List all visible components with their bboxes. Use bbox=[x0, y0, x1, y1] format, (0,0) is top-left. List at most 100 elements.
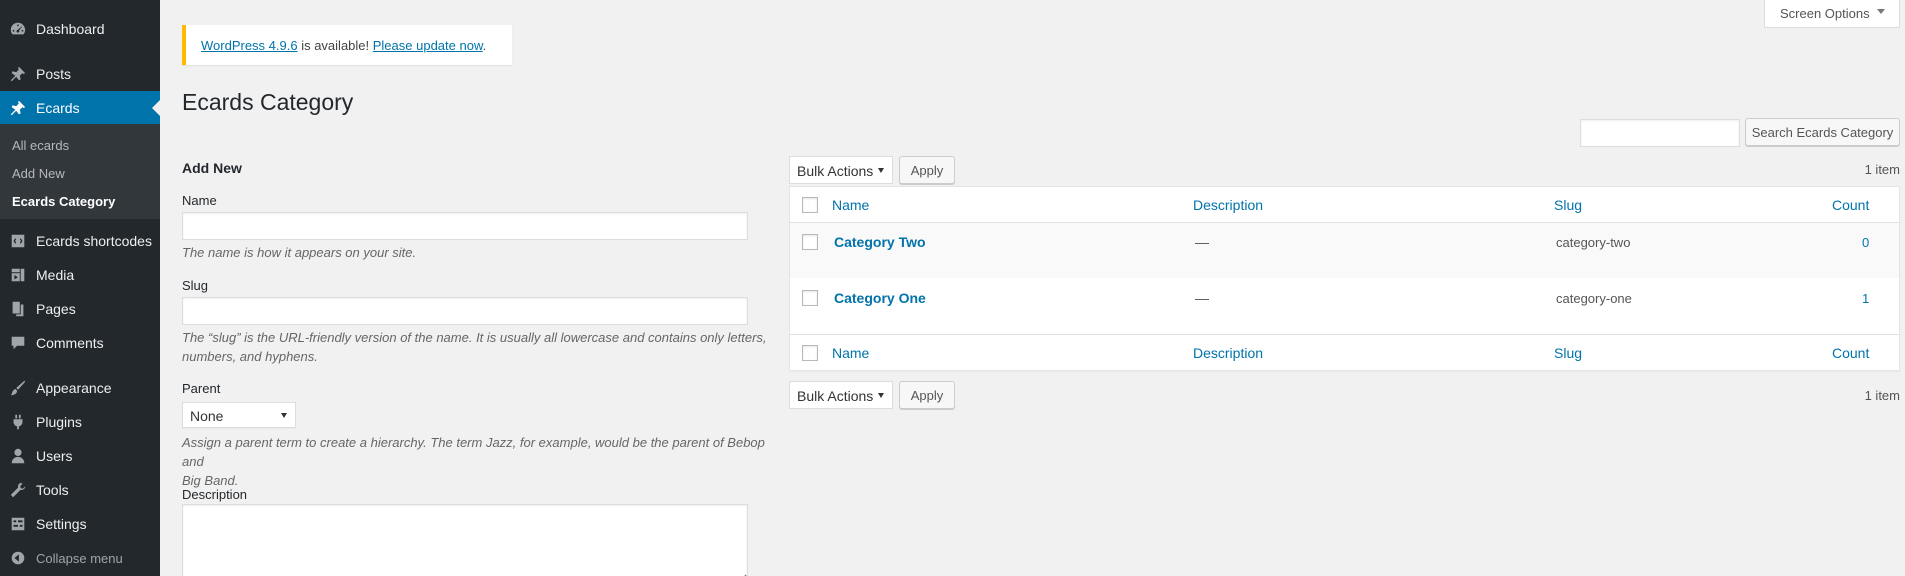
menu-comments[interactable]: Comments bbox=[0, 326, 160, 360]
update-now-link[interactable]: Please update now bbox=[373, 38, 483, 53]
table-row: Category One — category-one 1 bbox=[790, 278, 1899, 333]
update-notice: WordPress 4.9.6 is available! Please upd… bbox=[182, 25, 512, 65]
column-footer-count[interactable]: Count bbox=[1832, 345, 1869, 361]
dashboard-icon bbox=[0, 20, 36, 38]
chevron-down-icon bbox=[878, 393, 884, 398]
column-header-description[interactable]: Description bbox=[1193, 197, 1263, 213]
menu-ecards[interactable]: Ecards bbox=[0, 91, 160, 125]
add-new-heading: Add New bbox=[182, 160, 242, 176]
select-all-checkbox[interactable] bbox=[802, 345, 818, 361]
description-textarea[interactable] bbox=[182, 504, 748, 576]
shortcode-icon bbox=[0, 232, 36, 250]
name-field[interactable] bbox=[182, 212, 748, 240]
user-icon bbox=[0, 447, 36, 465]
row-checkbox[interactable] bbox=[802, 290, 818, 306]
menu-pages[interactable]: Pages bbox=[0, 292, 160, 326]
category-slug: category-two bbox=[1556, 235, 1631, 250]
collapse-icon bbox=[0, 549, 36, 567]
ecards-submenu: All ecards Add New Ecards Category bbox=[0, 124, 160, 219]
items-count-bottom: 1 item bbox=[1864, 388, 1900, 403]
categories-table: Name Description Slug Count Category Two… bbox=[789, 186, 1900, 371]
category-count-link[interactable]: 1 bbox=[1862, 291, 1869, 306]
menu-posts[interactable]: Posts bbox=[0, 57, 160, 91]
bulk-actions-select-bottom[interactable]: Bulk Actions bbox=[789, 381, 893, 409]
menu-users-label: Users bbox=[36, 448, 73, 464]
brush-icon bbox=[0, 379, 36, 397]
menu-comments-label: Comments bbox=[36, 335, 104, 351]
plugin-icon bbox=[0, 413, 36, 431]
slug-field[interactable] bbox=[182, 297, 748, 325]
column-header-name[interactable]: Name bbox=[832, 197, 869, 213]
column-header-slug[interactable]: Slug bbox=[1554, 197, 1582, 213]
category-description: — bbox=[1195, 290, 1209, 306]
admin-sidebar: Dashboard Posts Ecards All ecards Add Ne… bbox=[0, 0, 160, 576]
chevron-down-icon bbox=[281, 413, 287, 418]
chevron-down-icon bbox=[878, 168, 884, 173]
menu-settings[interactable]: Settings bbox=[0, 507, 160, 541]
menu-appearance[interactable]: Appearance bbox=[0, 371, 160, 405]
category-count-link[interactable]: 0 bbox=[1862, 235, 1869, 250]
menu-settings-label: Settings bbox=[36, 516, 87, 532]
apply-button-top[interactable]: Apply bbox=[899, 156, 955, 184]
search-button[interactable]: Search Ecards Category bbox=[1745, 118, 1900, 146]
notice-end: . bbox=[482, 38, 487, 53]
collapse-menu-label: Collapse menu bbox=[36, 550, 123, 566]
menu-dashboard-label: Dashboard bbox=[36, 21, 105, 37]
description-label: Description bbox=[182, 487, 248, 502]
parent-label: Parent bbox=[182, 381, 221, 396]
menu-media[interactable]: Media bbox=[0, 258, 160, 292]
menu-tools-label: Tools bbox=[36, 482, 69, 498]
pin-icon bbox=[0, 65, 36, 83]
screen-options-label: Screen Options bbox=[1780, 6, 1870, 21]
apply-button-bottom[interactable]: Apply bbox=[899, 381, 955, 409]
parent-select-value: None bbox=[190, 408, 224, 424]
pin-icon bbox=[0, 99, 36, 117]
bulk-actions-label: Bulk Actions bbox=[797, 163, 874, 179]
comment-icon bbox=[0, 334, 36, 352]
bulk-actions-label: Bulk Actions bbox=[797, 388, 874, 404]
menu-ecards-shortcodes[interactable]: Ecards shortcodes bbox=[0, 224, 160, 258]
wrench-icon bbox=[0, 481, 36, 499]
screen-options-button[interactable]: Screen Options bbox=[1764, 0, 1900, 28]
slug-help-line-1: The “slug” is the URL-friendly version o… bbox=[182, 330, 767, 345]
search-input[interactable] bbox=[1580, 119, 1740, 147]
media-icon bbox=[0, 266, 36, 284]
notice-text: is available! bbox=[297, 38, 373, 53]
slug-help-line-2: numbers, and hyphens. bbox=[182, 349, 318, 364]
menu-plugins-label: Plugins bbox=[36, 414, 82, 430]
column-footer-name[interactable]: Name bbox=[832, 345, 869, 361]
parent-select[interactable]: None bbox=[182, 402, 296, 428]
settings-icon bbox=[0, 515, 36, 533]
column-footer-description[interactable]: Description bbox=[1193, 345, 1263, 361]
slug-label: Slug bbox=[182, 278, 209, 293]
bulk-actions-select-top[interactable]: Bulk Actions bbox=[789, 156, 893, 184]
menu-posts-label: Posts bbox=[36, 66, 72, 82]
page-title: Ecards Category bbox=[182, 89, 354, 115]
menu-users[interactable]: Users bbox=[0, 439, 160, 473]
parent-help-line-2: Big Band. bbox=[182, 473, 239, 488]
name-label: Name bbox=[182, 193, 217, 208]
menu-tools[interactable]: Tools bbox=[0, 473, 160, 507]
name-help: The name is how it appears on your site. bbox=[182, 245, 417, 260]
submenu-all-ecards[interactable]: All ecards bbox=[0, 132, 160, 160]
menu-appearance-label: Appearance bbox=[36, 380, 112, 396]
category-name-link[interactable]: Category One bbox=[834, 290, 926, 306]
submenu-add-new[interactable]: Add New bbox=[0, 160, 160, 188]
slug-help: The “slug” is the URL-friendly version o… bbox=[182, 328, 782, 366]
menu-ecards-shortcodes-label: Ecards shortcodes bbox=[36, 233, 152, 249]
select-all-checkbox[interactable] bbox=[802, 197, 818, 213]
column-footer-slug[interactable]: Slug bbox=[1554, 345, 1582, 361]
category-slug: category-one bbox=[1556, 291, 1632, 306]
submenu-ecards-category[interactable]: Ecards Category bbox=[0, 188, 160, 216]
category-name-link[interactable]: Category Two bbox=[834, 234, 926, 250]
menu-plugins[interactable]: Plugins bbox=[0, 405, 160, 439]
wordpress-version-link[interactable]: WordPress 4.9.6 bbox=[201, 38, 298, 53]
category-description: — bbox=[1195, 234, 1209, 250]
collapse-menu-button[interactable]: Collapse menu bbox=[0, 541, 160, 575]
parent-help-line-1: Assign a parent term to create a hierarc… bbox=[182, 435, 765, 469]
column-header-count[interactable]: Count bbox=[1832, 197, 1869, 213]
menu-media-label: Media bbox=[36, 267, 75, 283]
menu-dashboard[interactable]: Dashboard bbox=[0, 12, 160, 46]
row-checkbox[interactable] bbox=[802, 234, 818, 250]
menu-ecards-label: Ecards bbox=[36, 100, 80, 116]
